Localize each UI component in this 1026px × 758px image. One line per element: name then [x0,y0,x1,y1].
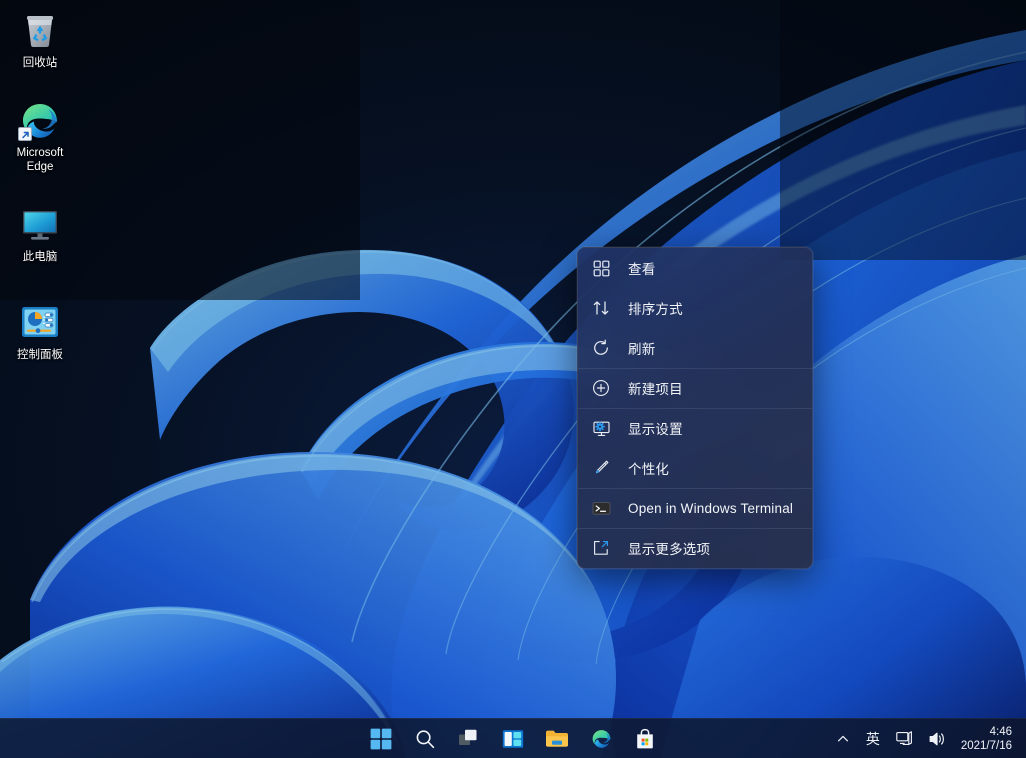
desktop-icon-label: 此电脑 [4,250,76,264]
menu-item-label: Open in Windows Terminal [628,501,793,516]
menu-item-label: 查看 [628,258,655,278]
monitor-icon [18,202,62,246]
search-button[interactable] [408,722,442,756]
display-settings-icon [590,417,612,439]
system-tray: 英 [829,719,1020,758]
edge-icon [18,98,62,142]
desktop-icon-this-pc[interactable]: 此电脑 [4,202,76,264]
menu-group-5: 显示更多选项 [578,528,812,568]
desktop-icon-control-panel[interactable]: 控制面板 [4,300,76,362]
menu-item-label: 个性化 [628,458,669,478]
clock-time: 4:46 [990,725,1012,739]
menu-group-2: 新建项目 [578,368,812,408]
widgets-button[interactable] [496,722,530,756]
clock-date: 2021/7/16 [961,739,1012,753]
menu-item-label: 显示更多选项 [628,538,710,558]
widgets-icon [502,728,524,750]
control-panel-icon [18,300,62,344]
sort-arrows-icon [590,297,612,319]
chevron-up-icon [836,732,850,746]
network-icon [896,731,913,747]
menu-item-display-settings[interactable]: 显示设置 [578,408,812,448]
edge-button[interactable] [584,722,618,756]
edge-icon [590,727,613,750]
menu-item-open-terminal[interactable]: Open in Windows Terminal [578,488,812,528]
desktop-icon-recycle-bin[interactable]: 回收站 [4,8,76,70]
taskbar[interactable]: 英 [0,718,1026,758]
taskbar-center-group [364,719,662,758]
menu-item-label: 显示设置 [628,418,683,438]
ime-label: 英 [866,732,880,746]
grid-view-icon [590,257,612,279]
desktop-icon-label: 控制面板 [4,348,76,362]
file-explorer-button[interactable] [540,722,574,756]
menu-item-refresh[interactable]: 刷新 [578,328,812,368]
menu-item-new[interactable]: 新建项目 [578,368,812,408]
folder-icon [545,728,569,749]
menu-group-3: 显示设置 个性化 [578,408,812,488]
shortcut-arrow-icon [18,127,32,141]
menu-group-4: Open in Windows Terminal [578,488,812,528]
network-button[interactable] [889,723,920,755]
store-button[interactable] [628,722,662,756]
task-view-icon [458,728,481,749]
refresh-icon [590,337,612,359]
task-view-button[interactable] [452,722,486,756]
ime-indicator-button[interactable]: 英 [859,723,887,755]
menu-item-personalize[interactable]: 个性化 [578,448,812,488]
menu-group-1: 查看 排序方式 刷新 [578,248,812,368]
search-icon [414,728,436,750]
paintbrush-icon [590,457,612,479]
menu-item-view[interactable]: 查看 [578,248,812,288]
desktop-context-menu[interactable]: 查看 排序方式 刷新 [577,247,813,569]
volume-button[interactable] [922,723,953,755]
windows-logo-icon [370,728,392,750]
desktop-wallpaper [0,0,1026,758]
desktop[interactable]: 回收站 [0,0,1026,758]
tray-overflow-chevron-button[interactable] [829,723,857,755]
clock-button[interactable]: 4:46 2021/7/16 [955,722,1020,756]
show-more-options-icon [590,537,612,559]
desktop-icon-label: 回收站 [4,56,76,70]
start-button[interactable] [364,722,398,756]
menu-item-label: 新建项目 [628,378,683,398]
menu-item-sort-by[interactable]: 排序方式 [578,288,812,328]
desktop-icon-label: Microsoft Edge [4,146,76,174]
store-icon [634,728,656,750]
plus-circle-icon [590,377,612,399]
recycle-bin-icon [18,8,62,52]
menu-item-label: 刷新 [628,338,655,358]
volume-icon [929,731,946,747]
desktop-icon-microsoft-edge[interactable]: Microsoft Edge [4,98,76,174]
menu-item-show-more-options[interactable]: 显示更多选项 [578,528,812,568]
terminal-icon [590,497,612,519]
menu-item-label: 排序方式 [628,298,683,318]
